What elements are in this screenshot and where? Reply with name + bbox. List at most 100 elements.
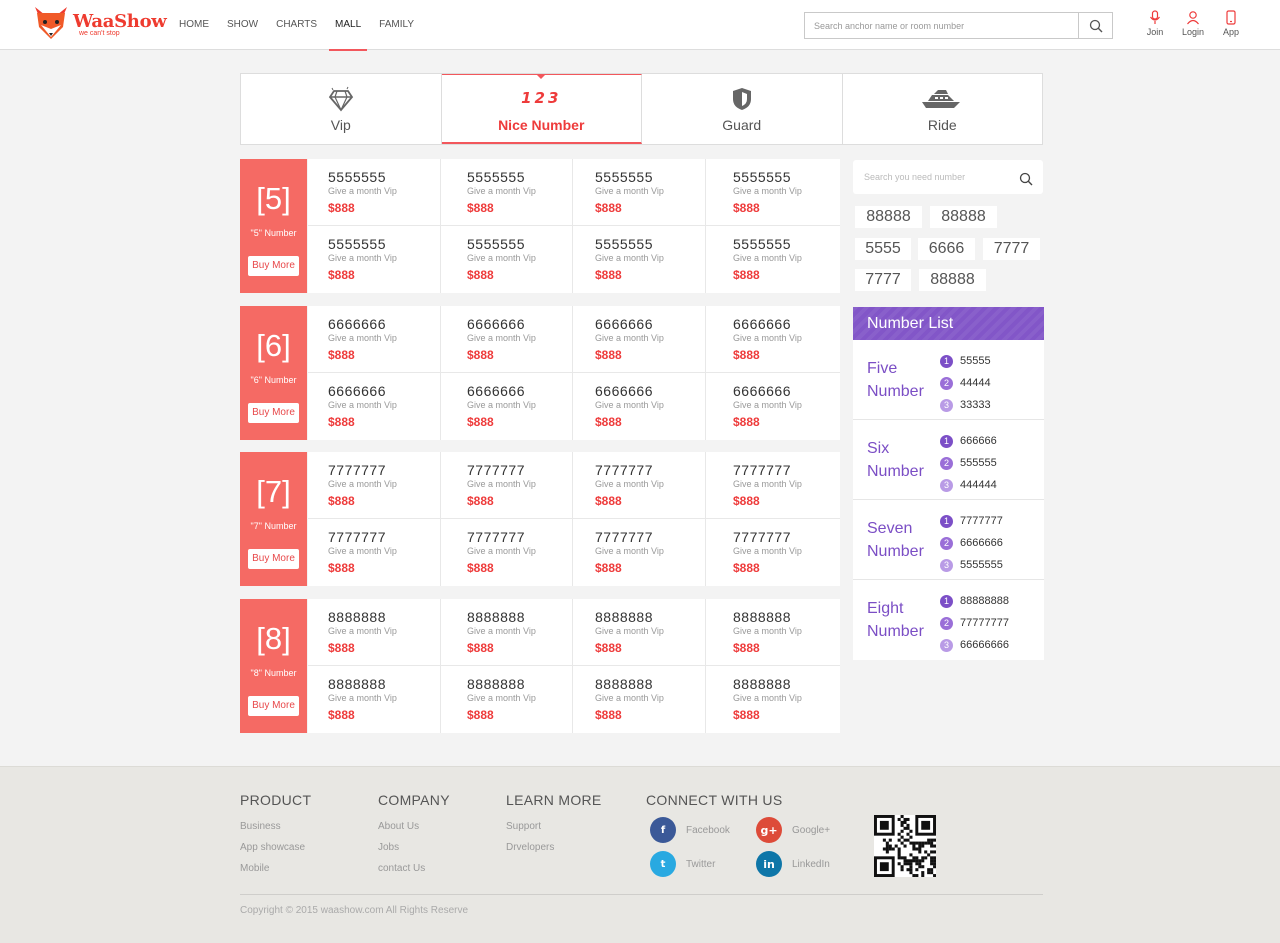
- linkedin-link[interactable]: in LinkedIn: [756, 851, 830, 877]
- number-card[interactable]: 8888888 Give a month Vip $888: [441, 599, 573, 665]
- number-card[interactable]: 6666666 Give a month Vip $888: [573, 306, 706, 372]
- number-list-category[interactable]: Seven Number: [867, 517, 937, 563]
- number-card[interactable]: 7777777 Give a month Vip $888: [573, 519, 706, 586]
- join-button[interactable]: Join: [1136, 10, 1174, 37]
- number-card[interactable]: 6666666 Give a month Vip $888: [441, 306, 573, 372]
- footer-link-mobile[interactable]: Mobile: [240, 863, 311, 874]
- number-price: $888: [467, 494, 494, 508]
- buy-more-button[interactable]: Buy More: [248, 256, 299, 276]
- number-tag[interactable]: 7777: [983, 238, 1040, 260]
- number-card[interactable]: 8888888 Give a month Vip $888: [573, 666, 706, 733]
- footer-link-support[interactable]: Support: [506, 821, 602, 832]
- number-card[interactable]: 6666666 Give a month Vip $888: [706, 373, 840, 440]
- number-card[interactable]: 7777777 Give a month Vip $888: [706, 519, 840, 586]
- number-value: 7777777: [595, 529, 654, 545]
- number-card[interactable]: 7777777 Give a month Vip $888: [308, 519, 441, 586]
- brand-logo[interactable]: WaaShow we can't stop: [33, 5, 167, 43]
- number-description: Give a month Vip: [733, 186, 802, 196]
- number-card[interactable]: 5555555 Give a month Vip $888: [441, 226, 573, 293]
- main-nav: HOME SHOW CHARTS MALL FAMILY: [170, 0, 423, 51]
- ranked-number[interactable]: 2 77777777: [940, 612, 1009, 634]
- number-card[interactable]: 6666666 Give a month Vip $888: [706, 306, 840, 372]
- ranked-number[interactable]: 2 44444: [940, 372, 991, 394]
- search-icon[interactable]: [1019, 172, 1033, 186]
- tab-nice-number[interactable]: 123 Nice Number: [441, 74, 642, 144]
- nav-mall[interactable]: MALL: [326, 0, 370, 51]
- number-card[interactable]: 7777777 Give a month Vip $888: [441, 452, 573, 518]
- number-price: $888: [467, 708, 494, 722]
- footer-link-contact[interactable]: contact Us: [378, 863, 450, 874]
- footer-link-about[interactable]: About Us: [378, 821, 450, 832]
- nav-home[interactable]: HOME: [170, 0, 218, 50]
- number-card[interactable]: 8888888 Give a month Vip $888: [308, 599, 441, 665]
- footer-connect-title: CONNECT WITH US: [646, 792, 783, 808]
- tab-vip[interactable]: Vip: [241, 74, 442, 144]
- number-card[interactable]: 6666666 Give a month Vip $888: [573, 373, 706, 440]
- twitter-link[interactable]: t Twitter: [650, 851, 715, 877]
- ranked-number[interactable]: 1 55555: [940, 350, 991, 372]
- ranked-number-value: 6666666: [960, 537, 1003, 549]
- number-card[interactable]: 5555555 Give a month Vip $888: [308, 226, 441, 293]
- app-button[interactable]: App: [1212, 10, 1250, 37]
- number-card[interactable]: 5555555 Give a month Vip $888: [308, 159, 441, 225]
- number-card[interactable]: 8888888 Give a month Vip $888: [706, 666, 840, 733]
- group-label: [7] "7" Number Buy More: [240, 452, 307, 586]
- footer-link-app-showcase[interactable]: App showcase: [240, 842, 311, 853]
- search-input[interactable]: [805, 13, 1079, 38]
- nav-show[interactable]: SHOW: [218, 0, 267, 50]
- number-tag[interactable]: 5555: [855, 238, 911, 260]
- footer-link-business[interactable]: Business: [240, 821, 311, 832]
- number-tag[interactable]: 88888: [930, 206, 997, 228]
- footer-link-developers[interactable]: Drvelopers: [506, 842, 602, 853]
- buy-more-button[interactable]: Buy More: [248, 403, 299, 423]
- number-card[interactable]: 7777777 Give a month Vip $888: [706, 452, 840, 518]
- number-search-input[interactable]: [853, 160, 1013, 194]
- nav-charts[interactable]: CHARTS: [267, 0, 326, 50]
- number-tag[interactable]: 7777: [855, 269, 911, 291]
- ranked-number[interactable]: 3 444444: [940, 474, 997, 496]
- number-price: $888: [328, 348, 355, 362]
- ranked-number[interactable]: 1 7777777: [940, 510, 1003, 532]
- number-card[interactable]: 8888888 Give a month Vip $888: [441, 666, 573, 733]
- tab-ride[interactable]: Ride: [843, 74, 1043, 144]
- ranked-number[interactable]: 2 555555: [940, 452, 997, 474]
- number-card[interactable]: 7777777 Give a month Vip $888: [573, 452, 706, 518]
- number-card[interactable]: 6666666 Give a month Vip $888: [441, 373, 573, 440]
- number-card[interactable]: 8888888 Give a month Vip $888: [706, 599, 840, 665]
- number-list-category[interactable]: Eight Number: [867, 597, 937, 643]
- number-card[interactable]: 7777777 Give a month Vip $888: [441, 519, 573, 586]
- number-card[interactable]: 5555555 Give a month Vip $888: [706, 226, 840, 293]
- number-card[interactable]: 5555555 Give a month Vip $888: [573, 226, 706, 293]
- number-card[interactable]: 6666666 Give a month Vip $888: [308, 306, 441, 372]
- number-card[interactable]: 5555555 Give a month Vip $888: [573, 159, 706, 225]
- ranked-number[interactable]: 3 5555555: [940, 554, 1003, 576]
- tab-guard[interactable]: Guard: [642, 74, 843, 144]
- number-list-category[interactable]: Five Number: [867, 357, 937, 403]
- number-card[interactable]: 8888888 Give a month Vip $888: [308, 666, 441, 733]
- ranked-number[interactable]: 2 6666666: [940, 532, 1003, 554]
- number-card[interactable]: 6666666 Give a month Vip $888: [308, 373, 441, 440]
- buy-more-button[interactable]: Buy More: [248, 696, 299, 716]
- ranked-number[interactable]: 3 33333: [940, 394, 991, 416]
- footer-link-jobs[interactable]: Jobs: [378, 842, 450, 853]
- search-button[interactable]: [1078, 13, 1112, 38]
- ranked-number[interactable]: 1 88888888: [940, 590, 1009, 612]
- number-card[interactable]: 7777777 Give a month Vip $888: [308, 452, 441, 518]
- number-value: 6666666: [595, 316, 654, 332]
- buy-more-button[interactable]: Buy More: [248, 549, 299, 569]
- number-card[interactable]: 8888888 Give a month Vip $888: [573, 599, 706, 665]
- number-tag[interactable]: 88888: [855, 206, 922, 228]
- number-tag[interactable]: 6666: [918, 238, 975, 260]
- ranked-number[interactable]: 3 66666666: [940, 634, 1009, 656]
- nav-family[interactable]: FAMILY: [370, 0, 423, 50]
- number-list-category[interactable]: Six Number: [867, 437, 937, 483]
- ranked-number[interactable]: 1 666666: [940, 430, 997, 452]
- login-button[interactable]: Login: [1174, 10, 1212, 37]
- number-card[interactable]: 5555555 Give a month Vip $888: [441, 159, 573, 225]
- number-value: 5555555: [467, 169, 526, 185]
- number-card[interactable]: 5555555 Give a month Vip $888: [706, 159, 840, 225]
- number-tag[interactable]: 88888: [919, 269, 986, 291]
- google-plus-link[interactable]: g+ Google+: [756, 817, 830, 843]
- facebook-link[interactable]: f Facebook: [650, 817, 730, 843]
- category-word: Number: [867, 623, 924, 640]
